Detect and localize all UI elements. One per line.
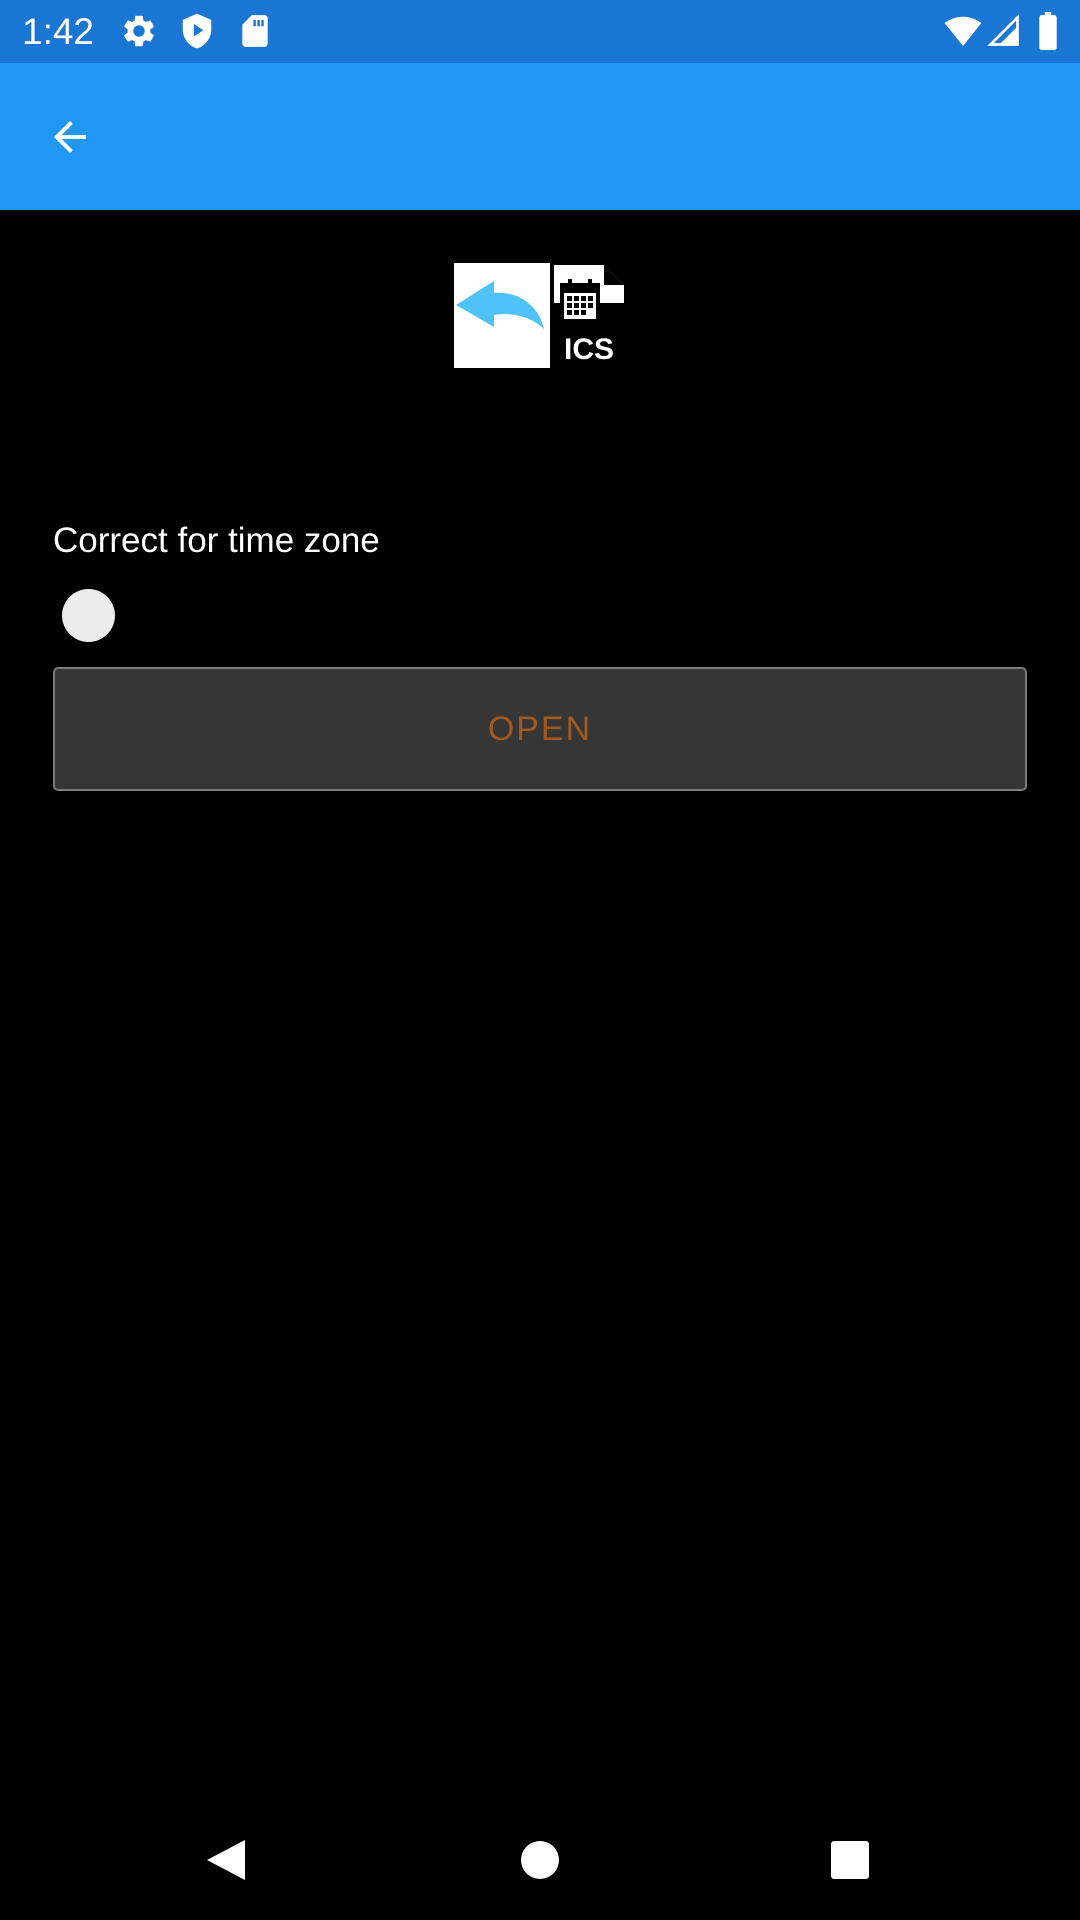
timezone-switch[interactable]	[58, 585, 122, 649]
gear-icon	[120, 12, 158, 50]
switch-thumb	[62, 589, 115, 642]
app-bar	[0, 63, 1080, 210]
back-triangle-icon[interactable]	[194, 1828, 258, 1892]
logo-text: ICS	[564, 333, 614, 366]
navigation-bar	[0, 1800, 1080, 1920]
wifi-icon	[942, 12, 984, 50]
open-button-label: OPEN	[487, 709, 593, 748]
status-bar: 1:42	[0, 0, 1080, 63]
timezone-label: Correct for time zone	[53, 521, 380, 560]
ics-import-logo: ICS	[454, 263, 626, 368]
recents-square-icon[interactable]	[818, 1828, 882, 1892]
cell-signal-icon	[986, 12, 1022, 50]
screen: 1:42 ICS Correct for time zone OPEN	[0, 0, 1080, 1920]
open-button[interactable]: OPEN	[53, 667, 1027, 791]
status-time: 1:42	[22, 11, 95, 52]
arrow-left-icon	[54, 121, 86, 153]
shield-play-icon	[178, 12, 216, 50]
home-circle-icon[interactable]	[508, 1828, 572, 1892]
back-button[interactable]	[30, 103, 110, 171]
battery-icon	[1036, 12, 1060, 50]
sd-card-icon	[236, 12, 274, 50]
